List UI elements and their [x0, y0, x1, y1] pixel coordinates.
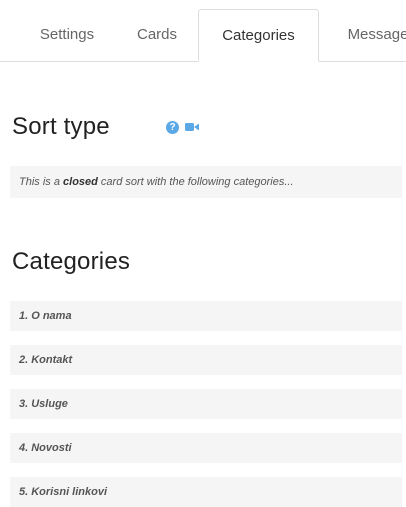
tab-message[interactable]: Message: [323, 9, 406, 61]
category-item: 4. Novosti: [10, 433, 402, 463]
sort-type-heading: Sort type: [12, 113, 110, 140]
video-icon[interactable]: [185, 122, 199, 132]
intro-suffix: card sort with the following categories.…: [97, 176, 294, 188]
category-item: 2. Kontakt: [10, 345, 402, 375]
category-item: 1. O nama: [10, 301, 402, 331]
category-item: 5. Korisni linkovi: [10, 477, 402, 507]
tab-categories[interactable]: Categories: [198, 9, 319, 62]
tab-bar: Settings Cards Categories Message: [0, 9, 406, 62]
tab-cards[interactable]: Cards: [116, 9, 198, 61]
intro-prefix: This is a: [19, 176, 64, 188]
intro-sort-kind: closed: [63, 176, 98, 188]
category-item: 3. Usluge: [10, 389, 402, 419]
help-icon[interactable]: ?: [166, 121, 179, 134]
tab-settings[interactable]: Settings: [14, 9, 120, 61]
sort-type-description: This is a closed card sort with the foll…: [10, 166, 402, 198]
categories-heading: Categories: [12, 248, 131, 275]
